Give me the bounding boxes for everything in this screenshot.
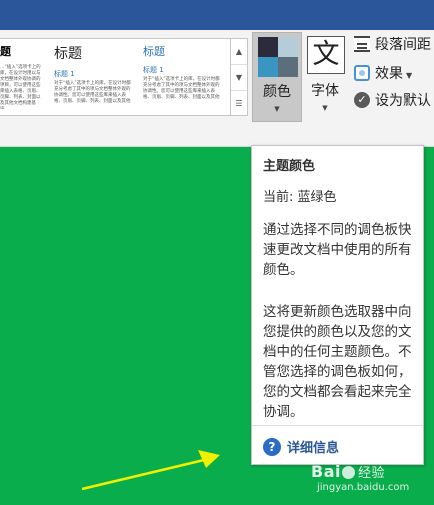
tooltip-description: 通过选择不同的调色板快速更改文档中使用的所有颜色。 — [263, 222, 412, 278]
help-question-icon: ? — [263, 437, 281, 456]
effects-icon — [354, 65, 370, 81]
style-thumbnail-title: 标题 — [54, 46, 82, 62]
color-palette-icon — [258, 37, 298, 77]
style-thumbnail-1[interactable]: 题 …“插入”选项卡上的库，在设计时用以与文档整体外观协调的项目，可以使用这些库… — [0, 43, 48, 109]
palette-swatch — [278, 37, 298, 57]
scroll-down-icon[interactable]: ▼ — [231, 65, 247, 91]
set-as-default-button[interactable]: ✓ 设为默认 — [354, 90, 431, 112]
style-thumbnail-body: …“插入”选项卡上的库，在设计时用以与文档整体外观协调的项目，可以使用这些库插入… — [0, 65, 41, 109]
arrow-shaft — [81, 458, 205, 491]
gallery-scrollbar: ▲ ▼ ☰ — [230, 38, 248, 116]
more-info-label: 详细信息 — [287, 441, 340, 456]
style-thumbnail-3[interactable]: 标题 标题 1 对于“插入”选项卡上的库，在设计时都充分考虑了其中的项与文档整体… — [143, 43, 227, 109]
paragraph-spacing-button[interactable]: 段落间距 — [354, 34, 431, 56]
style-thumbnail-title: 标题 — [143, 45, 165, 58]
style-thumbnail-heading: 标题 1 — [54, 70, 75, 78]
baidu-brand-suffix: 经验 — [357, 466, 385, 481]
paw-icon — [341, 466, 355, 479]
arrow-head — [198, 450, 220, 468]
theme-fonts-label: 字体 — [311, 83, 339, 99]
yellow-arrow-annotation — [81, 450, 220, 491]
checkmark-icon: ✓ — [354, 92, 370, 108]
style-set-gallery[interactable]: 题 …“插入”选项卡上的库，在设计时用以与文档整体外观协调的项目，可以使用这些库… — [0, 38, 231, 116]
tooltip-title: 主题颜色 — [263, 159, 316, 174]
theme-colors-tooltip: 主题颜色 当前: 蓝绿色 通过选择不同的调色板快速更改文档中使用的所有颜色。 这… — [251, 145, 424, 465]
tooltip-current-theme: 当前: 蓝绿色 — [263, 190, 337, 205]
effects-label: 效果 — [375, 66, 403, 82]
ribbon-bottom-bar — [0, 126, 434, 147]
palette-swatch — [278, 57, 298, 77]
style-thumbnail-2[interactable]: 标题 标题 1 对于“插入”选项卡上的库，在设计时都充分考虑了其中的项与文档整体… — [54, 43, 134, 109]
tooltip-details: 这将更新颜色选取器中向您提供的颜色以及您的文档中的任何主题颜色。不管您选择的调色… — [263, 304, 412, 420]
theme-colors-button[interactable]: 颜色 ▼ — [252, 32, 302, 122]
ribbon-design-tab: 题 …“插入”选项卡上的库，在设计时用以与文档整体外观协调的项目，可以使用这些库… — [0, 30, 434, 126]
paragraph-spacing-label: 段落间距 — [375, 37, 431, 53]
style-thumbnail-heading: 标题 1 — [143, 66, 164, 74]
chevron-down-icon: ▼ — [406, 71, 413, 80]
baidu-logo: Bai 经验 — [311, 462, 385, 481]
baidu-watermark: Bai 经验 jingyan.baidu.com — [305, 462, 430, 502]
watermark-url: jingyan.baidu.com — [317, 482, 410, 493]
scroll-up-icon[interactable]: ▲ — [231, 39, 247, 65]
font-glyph-icon: 文 — [307, 36, 345, 74]
baidu-brand-text: Bai — [311, 462, 341, 481]
chevron-down-icon: ▼ — [322, 104, 328, 112]
gallery-more-icon[interactable]: ☰ — [231, 91, 247, 116]
set-as-default-label: 设为默认 — [375, 93, 431, 109]
style-thumbnail-title: 题 — [0, 45, 11, 58]
theme-colors-label: 颜色 — [263, 84, 291, 100]
paragraph-spacing-icon — [354, 36, 370, 52]
style-thumbnail-body: 对于“插入”选项卡上的库，在设计时都充分考虑了其中的项与文档整体外观的协调性。您… — [143, 77, 220, 100]
chevron-down-icon: ▼ — [274, 105, 280, 113]
title-bar — [0, 0, 434, 30]
palette-swatch — [258, 57, 278, 77]
tooltip-more-info-link[interactable]: ? 详细信息 — [263, 436, 339, 456]
palette-swatch — [258, 37, 278, 57]
style-thumbnail-body: 对于“插入”选项卡上的库，在设计时都充分考虑了其中的项与文档整体外观的协调性。您… — [54, 81, 131, 104]
tooltip-divider — [252, 425, 423, 426]
effects-button[interactable]: 效果 ▼ — [354, 63, 412, 85]
theme-fonts-button[interactable]: 文 字体 ▼ — [303, 32, 347, 120]
